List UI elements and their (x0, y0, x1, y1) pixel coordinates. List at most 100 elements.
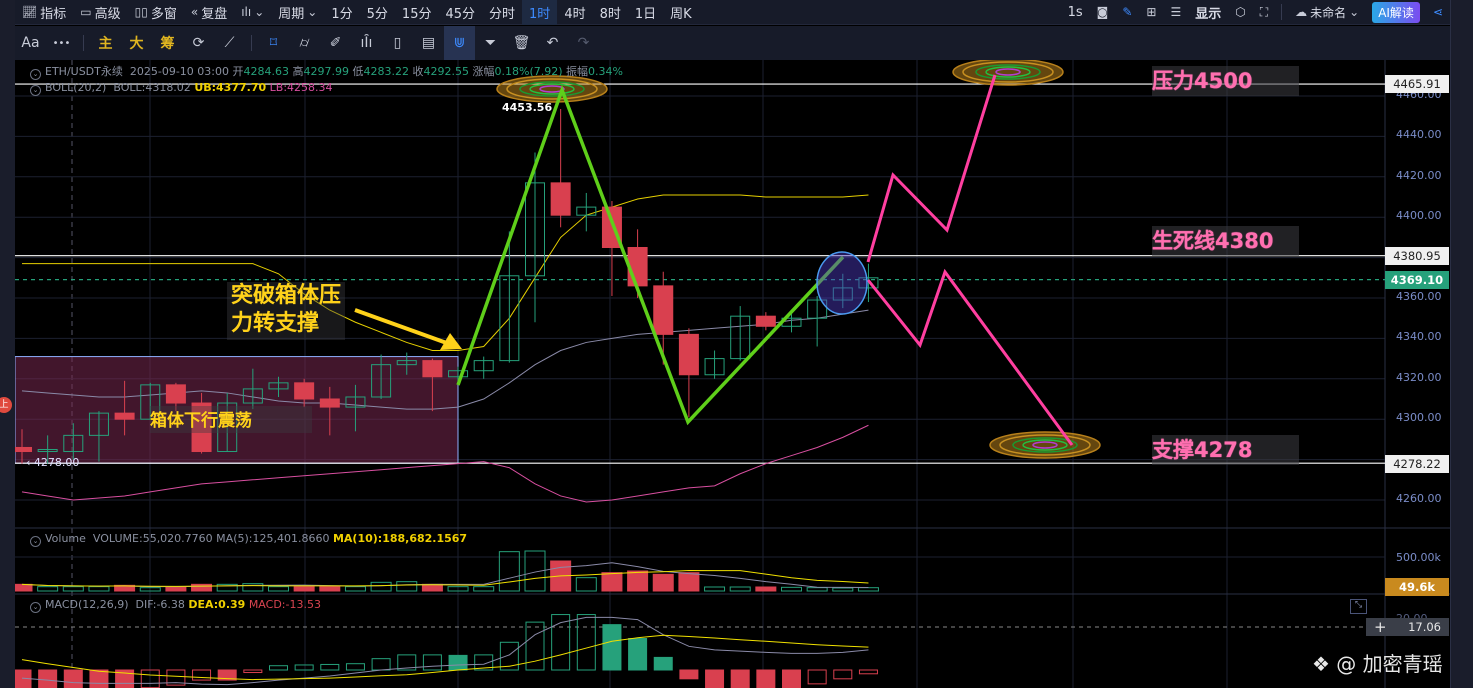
support-price-label: 4278.22 (1385, 455, 1449, 473)
candle-body (165, 384, 186, 404)
volume-bar (293, 586, 315, 592)
volume-bar (832, 587, 854, 592)
macd-current-value: 17.06 (1408, 620, 1441, 634)
amp-value: 0.34% (588, 65, 623, 78)
close-value: 4292.55 (423, 65, 470, 78)
volume-bar (806, 587, 828, 592)
undo-icon[interactable]: ↶ (537, 26, 568, 60)
high-label: 高 (292, 65, 304, 78)
chevron-down-icon: ⌄ (307, 5, 318, 19)
lifeline-price-label: 4380.95 (1385, 247, 1449, 265)
macd-hist-bar (756, 669, 776, 688)
chart-type-button[interactable]: ılı ⌄ (234, 0, 271, 25)
period-tab[interactable]: 1分 (324, 0, 359, 25)
indicator-label: 指标 (40, 6, 67, 22)
macd-info: ⌄ MACD(12,26,9) DIF:-6.38 DEA:0.39 MACD:-… (30, 598, 321, 613)
filter-icon[interactable]: ⏷ (475, 26, 506, 60)
candle-body (550, 182, 571, 216)
volume-bar (421, 583, 443, 592)
list-icon[interactable]: ☰ (1163, 0, 1188, 25)
advanced-button[interactable]: ▭ 高级 (73, 0, 127, 25)
macd-hist-bar (679, 669, 699, 680)
period-tab[interactable]: 5分 (360, 0, 395, 25)
price-axis-tick: 4300.00 (1396, 411, 1442, 425)
lifeline-annotation: 生死线4380 (1152, 226, 1299, 256)
layout-dropdown[interactable]: ☁ 未命名 ⌄ (1288, 0, 1366, 25)
macd-hist-bar (294, 664, 314, 671)
volume-name: Volume (45, 532, 86, 545)
display-button[interactable]: 显示 (1188, 0, 1228, 25)
replay-button[interactable]: «复盘 (184, 0, 234, 25)
redo-icon[interactable]: ↷ (568, 26, 599, 60)
amp-label: 振幅 (566, 65, 589, 78)
volume-bar (319, 586, 341, 592)
settings-icon[interactable]: ⬡ (1228, 0, 1252, 25)
overlay-main[interactable]: 主 (90, 26, 121, 60)
collapse-icon[interactable]: ⌄ (30, 85, 41, 96)
macd-hist-bar (269, 665, 288, 671)
period-tab[interactable]: 8时 (593, 0, 628, 25)
price-axis-tick: 4420.00 (1396, 168, 1442, 182)
low-label: 低 (352, 65, 364, 78)
period-tab[interactable]: 1日 (628, 0, 663, 25)
more-button[interactable]: ••• (46, 26, 77, 60)
volume-info: ⌄ Volume VOLUME:55,020.7760 MA(5):125,401… (30, 532, 467, 547)
volume-bar (62, 586, 84, 592)
lock-icon[interactable]: ▯ (382, 26, 413, 60)
trash-icon[interactable]: 🗑︎ (506, 26, 537, 60)
multi-window-button[interactable]: ▯▯ 多窗 (128, 0, 184, 25)
macd-hist-bar (858, 669, 878, 675)
candle-body (755, 315, 776, 327)
period-tab[interactable]: 4时 (557, 0, 592, 25)
fullscreen-icon[interactable]: ⛶ (1253, 0, 1275, 25)
pencil-icon[interactable]: ✎ (1115, 0, 1139, 25)
volume-ma5-line (21, 562, 869, 589)
period-tab[interactable]: 45分 (438, 0, 482, 25)
candle-body (12, 446, 32, 453)
overlay-chips[interactable]: 筹 (152, 26, 183, 60)
sync-draw-icon[interactable]: ⟳ (183, 26, 214, 60)
period-tab[interactable]: 分时 (482, 0, 522, 25)
font-button[interactable]: Aa (15, 26, 46, 60)
volume-bar (268, 586, 289, 592)
period-label: 周期 (278, 6, 305, 22)
expand-pane-icon[interactable]: ⤡ (1350, 599, 1367, 614)
collapse-icon[interactable]: ⌄ (30, 69, 41, 80)
overlay-large[interactable]: 大 (121, 26, 152, 60)
candle-tool-icon[interactable]: ıȊı (351, 26, 382, 60)
volume-bar (755, 586, 777, 592)
crosshair-plus-icon[interactable]: + (1374, 618, 1387, 636)
brush-icon[interactable]: ✐ (320, 26, 351, 60)
period-dropdown[interactable]: 周期 ⌄ (271, 0, 324, 25)
share-icon[interactable]: ⋖ (1426, 0, 1450, 25)
kline-chart[interactable] (0, 0, 1473, 688)
erase-draw-icon[interactable]: ⟋ (214, 26, 245, 60)
period-tab[interactable]: 1时 (522, 0, 558, 25)
magnet-icon[interactable]: ⋓ (444, 26, 475, 60)
low-value: 4283.22 (363, 65, 410, 78)
ruler-icon[interactable]: ⌭ (289, 26, 320, 60)
period-tab[interactable]: 15分 (395, 0, 439, 25)
bookmark-icon[interactable]: ⌑ (258, 26, 289, 60)
watermark-text: @ 加密青瑶 (1336, 652, 1443, 676)
divider (251, 35, 252, 51)
period-tab[interactable]: 周K (663, 0, 699, 25)
collapse-icon[interactable]: ⌄ (30, 536, 41, 547)
layout-name: 未命名 (1310, 5, 1347, 20)
breakout-line-2: 力转支撑 (231, 311, 320, 336)
macd-hist-bar (705, 669, 725, 688)
boll-info: ⌄ BOLL(20,2) BOLL:4318.02 UB:4377.70 LB:4… (30, 81, 333, 96)
note-icon[interactable]: ▤ (413, 26, 444, 60)
candles-icon: ılı (241, 5, 252, 19)
refresh-rate[interactable]: 1s (1061, 0, 1090, 25)
add-frame-icon[interactable]: ⊞ (1139, 0, 1163, 25)
highlight-circle (816, 251, 868, 315)
candle-body (678, 333, 699, 376)
left-drawing-strip (0, 0, 15, 688)
price-axis-tick: 4340.00 (1396, 330, 1442, 344)
projection-up-line (866, 74, 997, 263)
camera-icon[interactable]: ◙ (1090, 0, 1116, 25)
collapse-icon[interactable]: ⌄ (30, 602, 41, 613)
indicator-button[interactable]: 📈︎ 指标 (15, 0, 73, 25)
ai-interpret-button[interactable]: AI解读 (1372, 1, 1420, 23)
